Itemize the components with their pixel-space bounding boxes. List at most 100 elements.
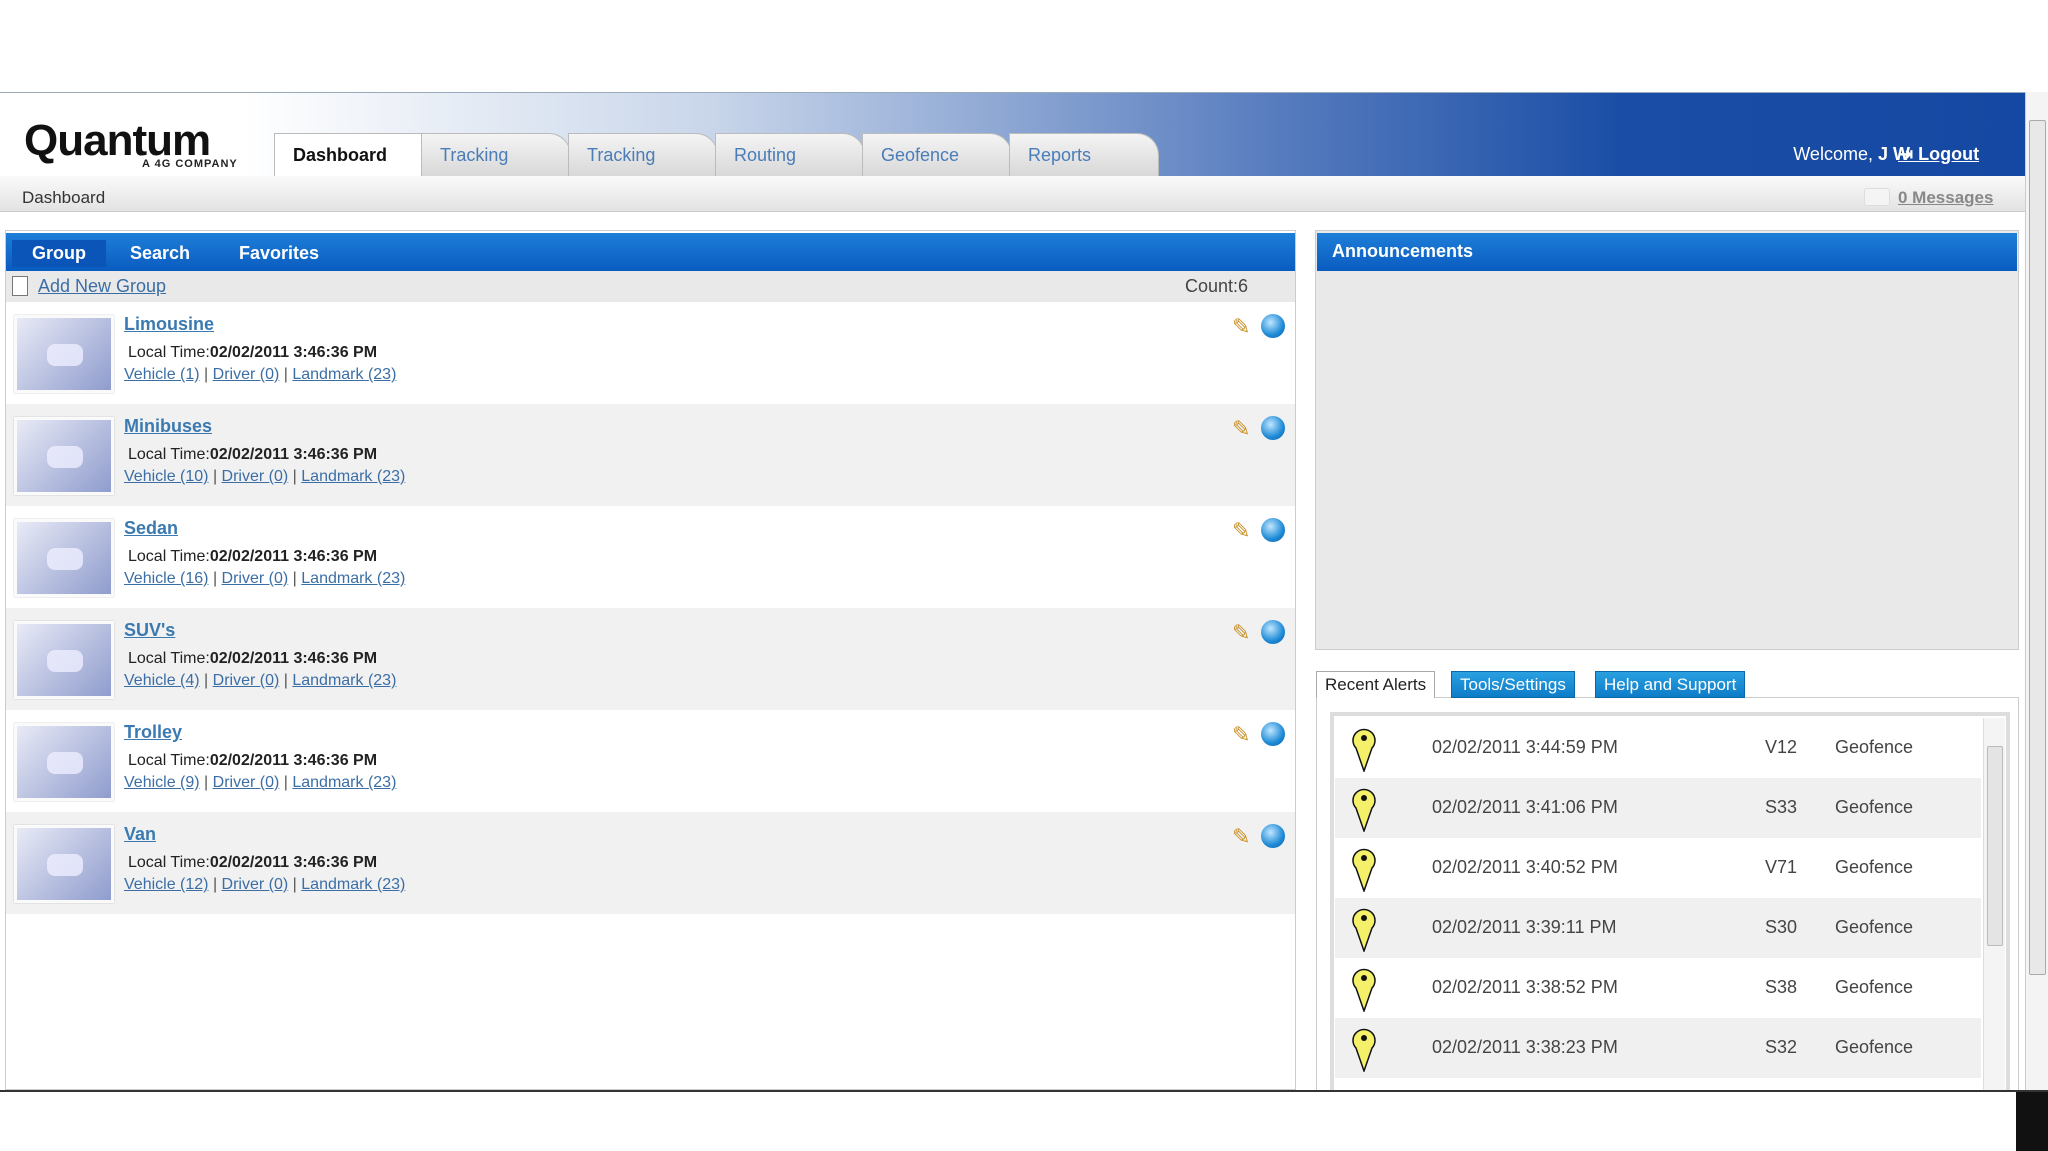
vehicle-link[interactable]: Vehicle (16) <box>124 570 209 587</box>
edit-pencil-icon[interactable]: ✎ <box>1232 314 1250 340</box>
group-row: Trolley Local Time:02/02/2011 3:46:36 PM… <box>6 710 1295 812</box>
page-scrollbar[interactable] <box>2025 92 2048 1090</box>
breadcrumb: Dashboard <box>22 188 106 207</box>
local-time: Local Time:02/02/2011 3:46:36 PM <box>128 446 378 463</box>
group-row: SUV's Local Time:02/02/2011 3:46:36 PM V… <box>6 608 1295 710</box>
message-icon <box>1864 188 1890 206</box>
alert-row[interactable]: 02/02/2011 3:39:11 PM S30 Geofence <box>1335 898 1981 958</box>
group-links: Vehicle (1) | Driver (0) | Landmark (23) <box>124 366 397 383</box>
landmark-link[interactable]: Landmark (23) <box>292 366 396 383</box>
group-links: Vehicle (4) | Driver (0) | Landmark (23) <box>124 672 397 689</box>
group-row: Van Local Time:02/02/2011 3:46:36 PM Veh… <box>6 812 1295 914</box>
globe-icon[interactable] <box>1261 416 1285 440</box>
globe-icon[interactable] <box>1261 314 1285 338</box>
driver-link[interactable]: Driver (0) <box>213 774 280 791</box>
taskbar-edge <box>2016 1092 2048 1151</box>
vehicle-link[interactable]: Vehicle (12) <box>124 876 209 893</box>
tab-tracking-2[interactable]: Tracking <box>568 133 718 176</box>
vehicle-link[interactable]: Vehicle (4) <box>124 672 200 689</box>
tab-help-support[interactable]: Help and Support <box>1595 671 1746 698</box>
group-row: Minibuses Local Time:02/02/2011 3:46:36 … <box>6 404 1295 506</box>
alert-row[interactable]: 02/02/2011 3:41:06 PM S33 Geofence <box>1335 778 1981 838</box>
tab-routing[interactable]: Routing <box>715 133 865 176</box>
group-count: Count:6 <box>1185 276 1249 296</box>
landmark-link[interactable]: Landmark (23) <box>292 774 396 791</box>
group-links: Vehicle (9) | Driver (0) | Landmark (23) <box>124 774 397 791</box>
group-links: Vehicle (12) | Driver (0) | Landmark (23… <box>124 876 406 893</box>
vehicle-link[interactable]: Vehicle (9) <box>124 774 200 791</box>
group-name-link[interactable]: Limousine <box>124 314 214 335</box>
alert-datetime: 02/02/2011 3:38:52 PM <box>1432 977 1618 997</box>
alert-vehicle-id: S30 <box>1765 917 1798 937</box>
alert-type: Geofence <box>1835 797 1914 817</box>
driver-link[interactable]: Driver (0) <box>213 366 280 383</box>
globe-icon[interactable] <box>1261 722 1285 746</box>
tab-favorites[interactable]: Favorites <box>219 240 339 267</box>
edit-pencil-icon[interactable]: ✎ <box>1232 722 1250 748</box>
local-time: Local Time:02/02/2011 3:46:36 PM <box>128 752 378 769</box>
group-name-link[interactable]: Minibuses <box>124 416 212 437</box>
breadcrumb-bar <box>0 176 2025 212</box>
group-image <box>14 519 114 597</box>
group-image <box>14 723 114 801</box>
group-row: Limousine Local Time:02/02/2011 3:46:36 … <box>6 302 1295 404</box>
landmark-link[interactable]: Landmark (23) <box>292 672 396 689</box>
edit-pencil-icon[interactable]: ✎ <box>1232 620 1250 646</box>
quantum-logo: Quantum A 4G COMPANY <box>24 116 238 170</box>
messages-link[interactable]: 0 Messages <box>1898 188 1993 208</box>
tab-tracking[interactable]: Tracking <box>421 133 571 176</box>
group-links: Vehicle (10) | Driver (0) | Landmark (23… <box>124 468 406 485</box>
map-pin-icon <box>1352 788 1376 832</box>
alerts-scrollbar[interactable] <box>1983 718 2005 1090</box>
alert-vehicle-id: V71 <box>1765 857 1798 877</box>
add-group-row <box>6 271 1295 302</box>
alert-row[interactable]: 02/02/2011 3:38:52 PM S38 Geofence <box>1335 958 1981 1018</box>
driver-link[interactable]: Driver (0) <box>222 876 289 893</box>
alert-type: Geofence <box>1835 737 1914 757</box>
alert-type: Geofence <box>1835 1037 1914 1057</box>
map-pin-icon <box>1352 848 1376 892</box>
tab-recent-alerts[interactable]: Recent Alerts <box>1316 671 1436 698</box>
globe-icon[interactable] <box>1261 824 1285 848</box>
alert-datetime: 02/02/2011 3:40:52 PM <box>1432 857 1618 877</box>
driver-link[interactable]: Driver (0) <box>222 570 289 587</box>
tab-reports[interactable]: Reports <box>1009 133 1159 176</box>
alert-row[interactable]: 02/02/2011 3:44:59 PM V12 Geofence <box>1335 718 1981 778</box>
group-name-link[interactable]: SUV's <box>124 620 175 641</box>
alert-vehicle-id: S33 <box>1765 797 1798 817</box>
announcements-title: Announcements <box>1332 241 1474 261</box>
edit-pencil-icon[interactable]: ✎ <box>1232 824 1250 850</box>
landmark-link[interactable]: Landmark (23) <box>301 468 405 485</box>
alert-row[interactable]: 02/02/2011 3:40:52 PM V71 Geofence <box>1335 838 1981 898</box>
tab-group[interactable]: Group <box>12 240 106 267</box>
tab-tools-settings[interactable]: Tools/Settings <box>1451 671 1575 698</box>
map-pin-icon <box>1352 908 1376 952</box>
globe-icon[interactable] <box>1261 620 1285 644</box>
landmark-link[interactable]: Landmark (23) <box>301 876 405 893</box>
vehicle-link[interactable]: Vehicle (1) <box>124 366 200 383</box>
alert-vehicle-id: S32 <box>1765 1037 1798 1057</box>
add-new-group-link[interactable]: Add New Group <box>38 276 166 297</box>
local-time: Local Time:02/02/2011 3:46:36 PM <box>128 344 378 361</box>
tab-dashboard[interactable]: Dashboard <box>274 133 424 176</box>
alert-datetime: 02/02/2011 3:41:06 PM <box>1432 797 1618 817</box>
alert-type: Geofence <box>1835 977 1914 997</box>
logout-link[interactable]: ⇥ Logout <box>1898 144 1979 165</box>
group-image <box>14 417 114 495</box>
edit-pencil-icon[interactable]: ✎ <box>1232 518 1250 544</box>
tab-geofence[interactable]: Geofence <box>862 133 1012 176</box>
driver-link[interactable]: Driver (0) <box>213 672 280 689</box>
alert-row[interactable]: 02/02/2011 3:38:23 PM S32 Geofence <box>1335 1018 1981 1078</box>
alert-datetime: 02/02/2011 3:44:59 PM <box>1432 737 1618 757</box>
group-name-link[interactable]: Sedan <box>124 518 178 539</box>
edit-pencil-icon[interactable]: ✎ <box>1232 416 1250 442</box>
group-name-link[interactable]: Van <box>124 824 156 845</box>
driver-link[interactable]: Driver (0) <box>222 468 289 485</box>
welcome-text: Welcome, J W <box>1793 144 1910 164</box>
new-document-icon <box>12 276 28 296</box>
globe-icon[interactable] <box>1261 518 1285 542</box>
landmark-link[interactable]: Landmark (23) <box>301 570 405 587</box>
tab-search[interactable]: Search <box>110 240 210 267</box>
vehicle-link[interactable]: Vehicle (10) <box>124 468 209 485</box>
group-name-link[interactable]: Trolley <box>124 722 182 743</box>
